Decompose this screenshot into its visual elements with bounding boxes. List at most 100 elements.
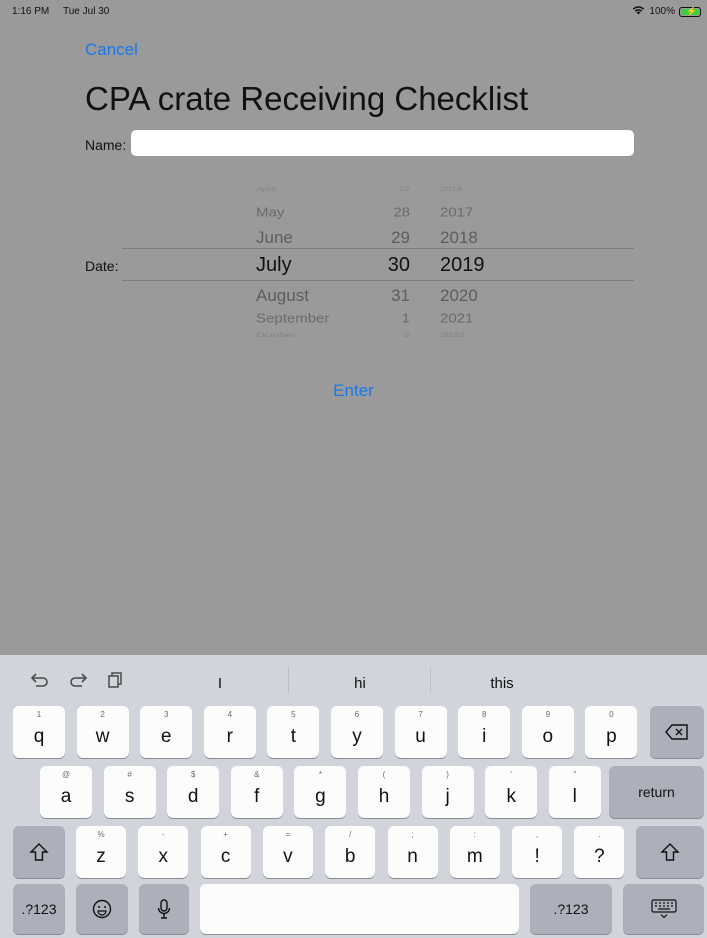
key-hint: : (473, 830, 476, 839)
key-h[interactable]: (h (358, 766, 410, 818)
key-label: r (226, 726, 233, 747)
enter-label[interactable]: Enter (333, 381, 374, 400)
key-c[interactable]: + c (200, 826, 251, 878)
picker-option[interactable]: April (256, 186, 366, 193)
picker-option[interactable]: 2021 (440, 311, 500, 325)
picker-option[interactable]: 2016 (440, 186, 500, 193)
key-hint: ( (382, 770, 386, 779)
picker-option[interactable]: 31 (380, 286, 410, 306)
picker-option[interactable]: 1 (380, 311, 410, 325)
redo-icon[interactable] (68, 671, 88, 692)
key-s[interactable]: # s (103, 766, 156, 818)
key-p[interactable]: 0p (585, 706, 638, 758)
key-a[interactable]: @ a (40, 766, 92, 818)
status-date: Tue Jul 30 (63, 6, 110, 17)
key-q[interactable]: 1q (13, 706, 65, 758)
key-j[interactable]: ) j (421, 766, 474, 818)
page-title: CPA crate Receiving Checklist (85, 80, 529, 117)
numbers-key-left[interactable]: .?123 (13, 884, 65, 934)
key-hint: 5 (291, 710, 296, 719)
picker-option[interactable]: 2020 (440, 286, 500, 306)
key-d[interactable]: $ d (167, 766, 220, 818)
key-hint: - (161, 830, 165, 839)
picker-option[interactable]: 2017 (440, 205, 500, 219)
picker-option[interactable]: 27 (380, 186, 410, 193)
name-input[interactable] (131, 130, 634, 156)
suggestion-2[interactable]: hi (300, 675, 420, 692)
key-z[interactable]: % z (76, 826, 126, 878)
key-label: m (466, 846, 483, 867)
delete-key[interactable] (650, 706, 704, 758)
keyboard-toolbar: I hi this (0, 655, 707, 703)
suggestion-divider (430, 667, 431, 693)
key-o[interactable]: 9o (521, 706, 574, 758)
key-u[interactable]: 7u (394, 706, 447, 758)
key-question[interactable]: .? (574, 826, 625, 878)
picker-option[interactable]: 2 (380, 331, 410, 338)
space-bar[interactable] (200, 884, 519, 934)
key-label: p (606, 726, 617, 747)
key-m[interactable]: :m (449, 826, 500, 878)
picker-option[interactable]: 28 (380, 205, 410, 219)
key-hint: 6 (354, 710, 360, 719)
key-i[interactable]: 8i (458, 706, 511, 758)
picker-option[interactable]: 2022 (440, 331, 500, 338)
picker-selected-year[interactable]: 2019 (440, 254, 500, 277)
key-label: y (352, 726, 362, 747)
key-hint: 7 (418, 710, 423, 719)
key-w[interactable]: 2w (76, 706, 129, 758)
key-b[interactable]: / b (325, 826, 376, 878)
suggestion-1[interactable]: I (160, 675, 280, 692)
numbers-key-right[interactable]: .?123 (530, 884, 612, 934)
key-hint: * (318, 770, 322, 779)
status-bar: 1:16 PM Tue Jul 30 100% ⚡ (0, 0, 707, 22)
key-label: h (378, 786, 390, 807)
key-l[interactable]: " l (548, 766, 601, 818)
picker-option[interactable]: October (256, 331, 366, 338)
paste-icon[interactable] (106, 671, 124, 694)
key-r[interactable]: 4r (203, 706, 256, 758)
picker-option[interactable]: 2018 (440, 228, 500, 248)
dismiss-keyboard-key[interactable] (623, 884, 704, 934)
picker-selected-day[interactable]: 30 (380, 254, 410, 277)
picker-option[interactable]: 29 (380, 228, 410, 248)
key-hint: . (598, 830, 601, 839)
keyboard-dismiss-icon (623, 884, 704, 934)
key-exclaim[interactable]: ,! (512, 826, 563, 878)
dictation-key[interactable] (139, 884, 189, 934)
shift-key-right[interactable] (636, 826, 704, 878)
enter-button[interactable]: Enter (0, 381, 707, 401)
key-k[interactable]: ' k (485, 766, 538, 818)
battery-icon: ⚡ (679, 6, 701, 17)
key-n[interactable]: ; n (387, 826, 438, 878)
picker-selected-month[interactable]: July (256, 254, 366, 277)
key-label: t (290, 726, 297, 747)
picker-option[interactable]: August (256, 286, 366, 306)
suggestion-3[interactable]: this (442, 675, 562, 692)
key-t[interactable]: 5t (267, 706, 320, 758)
picker-option[interactable]: May (256, 205, 366, 219)
key-label: w (95, 726, 110, 747)
return-key[interactable]: return (609, 766, 704, 818)
key-label: x (158, 846, 169, 867)
picker-option[interactable]: June (256, 228, 366, 248)
key-f[interactable]: & f (230, 766, 283, 818)
key-g[interactable]: * g (294, 766, 347, 818)
key-label: e (160, 726, 172, 747)
date-picker[interactable]: April May June July August September October 2… (122, 180, 634, 348)
key-e[interactable]: 3e (140, 706, 193, 758)
date-label: Date: (85, 258, 119, 274)
key-label: b (344, 846, 356, 867)
wifi-icon (632, 5, 645, 18)
emoji-key[interactable] (76, 884, 128, 934)
key-x[interactable]: -x (138, 826, 189, 878)
undo-icon[interactable] (30, 671, 50, 692)
shift-key-left[interactable] (13, 826, 65, 878)
picker-option[interactable]: September (256, 311, 366, 325)
key-hint: # (127, 770, 132, 779)
key-y[interactable]: 6y (331, 706, 383, 758)
key-v[interactable]: = v (262, 826, 313, 878)
key-label: .?123 (553, 901, 589, 917)
key-label: f (254, 786, 260, 807)
cancel-button[interactable]: Cancel (85, 40, 138, 60)
